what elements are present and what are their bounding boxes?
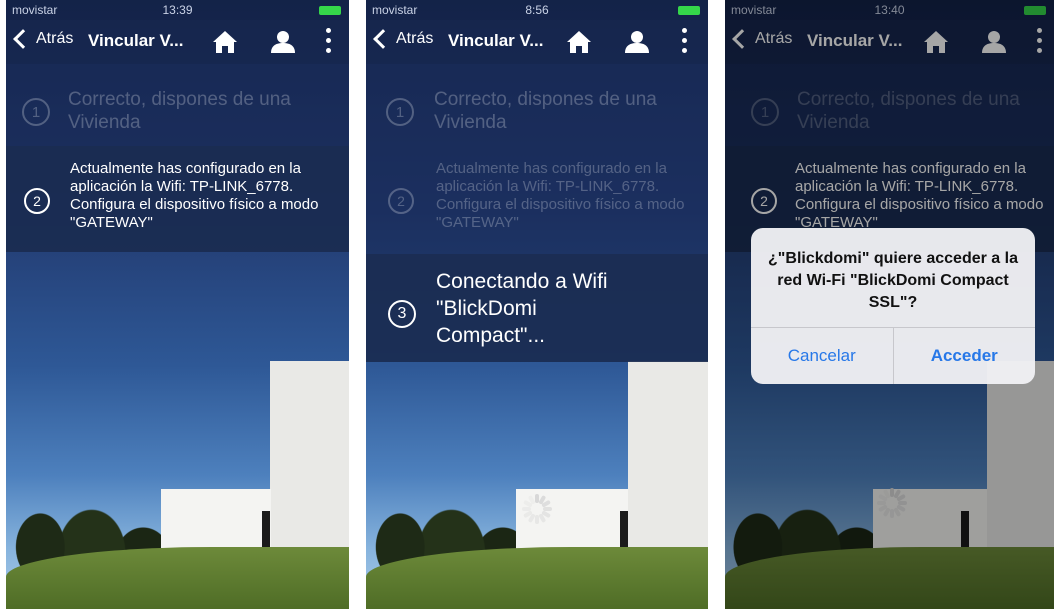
step-number: 1 (386, 98, 414, 126)
step-2: 2 Actualmente has configurado en la apli… (366, 160, 708, 232)
status-bar: movistar 13:39 (6, 0, 349, 20)
step-number: 1 (22, 98, 50, 126)
carrier-label: movistar (372, 3, 418, 17)
phone-screen-3: movistar 13:40 Atrás Vincular V... 1 Cor… (725, 0, 1054, 609)
cancel-button[interactable]: Cancelar (751, 328, 893, 384)
status-bar: movistar 8:56 (366, 0, 708, 20)
back-button[interactable]: Atrás (12, 29, 74, 49)
carrier-label: movistar (12, 3, 58, 17)
phone-screen-2: movistar 8:56 Atrás Vincular V... 1 Corr… (366, 0, 708, 609)
phone-screen-1: movistar 13:39 Atrás Vincular V... 1 Cor… (6, 0, 349, 609)
more-vertical-icon[interactable] (326, 28, 332, 56)
back-label: Atrás (396, 30, 434, 47)
house-window (620, 511, 628, 547)
battery-icon (319, 6, 341, 15)
back-button[interactable]: Atrás (372, 29, 434, 49)
lawn (366, 547, 708, 609)
step-text: Actualmente has configurado en la aplica… (70, 160, 319, 231)
step-text: Correcto, dispones de una Vivienda (68, 89, 291, 133)
home-icon[interactable] (566, 30, 592, 54)
battery-icon (678, 6, 700, 15)
house-tower (628, 361, 708, 551)
wifi-permission-dialog: ¿"Blickdomi" quiere acceder a la red Wi-… (751, 228, 1035, 384)
step-number: 2 (24, 188, 50, 214)
step-1: 1 Correcto, dispones de una Vivienda (366, 88, 708, 134)
dialog-buttons: Cancelar Acceder (751, 327, 1035, 384)
dialog-message: ¿"Blickdomi" quiere acceder a la red Wi-… (768, 250, 1018, 311)
house-window (262, 511, 270, 547)
clock: 8:56 (525, 3, 549, 17)
step-number: 2 (388, 188, 414, 214)
step-3: 3 Conectando a Wifi "BlickDomi Compact".… (366, 268, 708, 349)
step-2: 2 Actualmente has configurado en la apli… (6, 160, 349, 232)
accept-button[interactable]: Acceder (892, 328, 1036, 384)
page-title: Vincular V... (88, 31, 184, 50)
step-text: Actualmente has configurado en la aplica… (436, 160, 685, 231)
user-icon[interactable] (270, 30, 296, 54)
nav-bar: Atrás Vincular V... (366, 20, 708, 64)
clock: 13:39 (162, 3, 193, 17)
house-tower (270, 361, 349, 551)
home-icon[interactable] (212, 30, 238, 54)
nav-bar: Atrás Vincular V... (6, 20, 349, 64)
user-icon[interactable] (624, 30, 650, 54)
step-number: 3 (388, 300, 416, 328)
lawn (6, 547, 349, 609)
house-body (161, 489, 271, 551)
page-title: Vincular V... (448, 31, 544, 50)
back-chevron-icon (13, 29, 33, 49)
step-text: Correcto, dispones de una Vivienda (434, 89, 657, 133)
loading-spinner-icon (522, 494, 552, 524)
step-text: Conectando a Wifi "BlickDomi Compact"... (436, 270, 608, 347)
step-1: 1 Correcto, dispones de una Vivienda (6, 88, 349, 134)
back-label: Atrás (36, 30, 74, 47)
back-chevron-icon (373, 29, 393, 49)
more-vertical-icon[interactable] (682, 28, 688, 56)
